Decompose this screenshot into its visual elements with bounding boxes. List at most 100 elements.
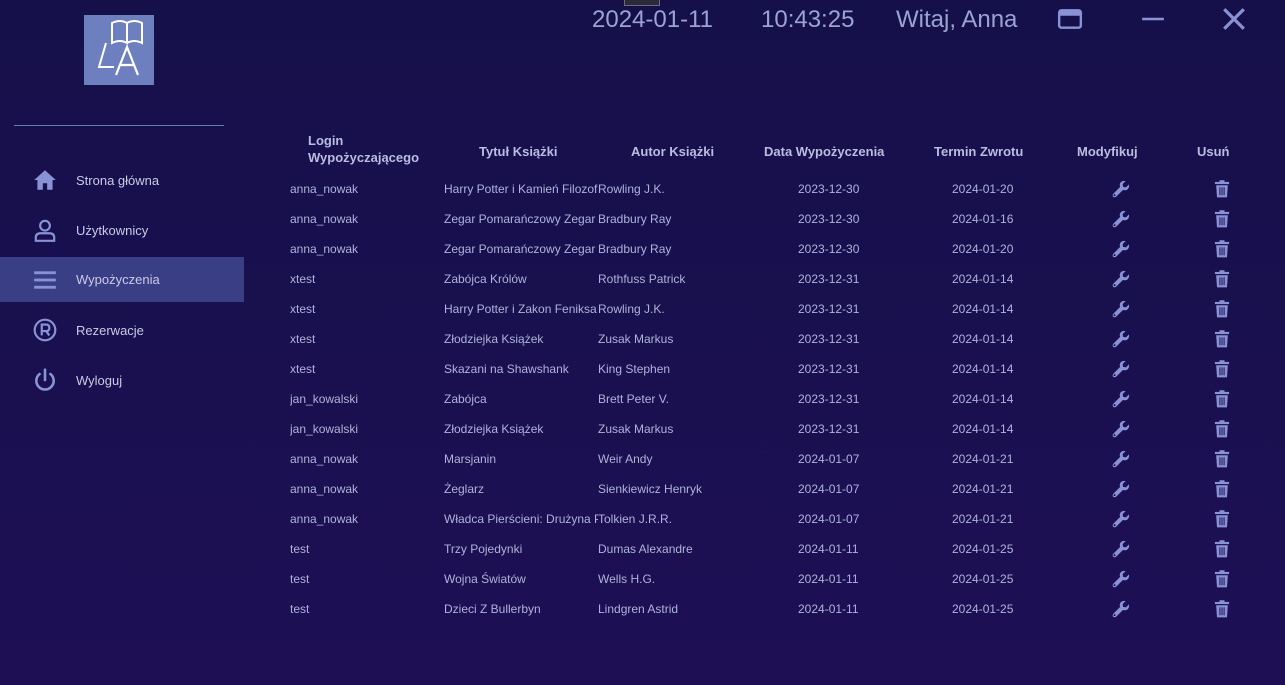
cell-author: Wells H.G.	[598, 572, 656, 586]
modify-button[interactable]	[1110, 478, 1132, 500]
delete-button[interactable]	[1211, 448, 1233, 470]
sidebar-item-logout[interactable]: Wyloguj	[0, 355, 244, 405]
home-icon	[32, 167, 58, 193]
delete-button[interactable]	[1211, 208, 1233, 230]
modify-button[interactable]	[1110, 268, 1132, 290]
cell-author: Rothfuss Patrick	[598, 272, 686, 286]
modify-button[interactable]	[1110, 538, 1132, 560]
sidebar-item-users[interactable]: Użytkownicy	[0, 205, 244, 255]
modify-button[interactable]	[1110, 598, 1132, 620]
cell-author: Weir Andy	[598, 452, 653, 466]
column-header-modify: Modyfikuj	[1077, 144, 1138, 159]
wrench-icon	[1112, 480, 1130, 498]
cell-author: Rowling J.K.	[598, 182, 665, 196]
column-header-login-line1: Login	[308, 133, 344, 148]
delete-button[interactable]	[1211, 568, 1233, 590]
cell-author: Zusak Markus	[598, 422, 674, 436]
modify-button[interactable]	[1110, 298, 1132, 320]
sidebar-item-home[interactable]: Strona główna	[0, 155, 244, 205]
minimize-icon	[1142, 17, 1164, 21]
cell-login: jan_kowalski	[290, 422, 359, 436]
close-icon	[1223, 8, 1245, 30]
table-row: anna_nowak Żeglarz Sienkiewicz Henryk 20…	[282, 474, 1262, 504]
delete-button[interactable]	[1211, 538, 1233, 560]
column-header-delete: Usuń	[1197, 144, 1230, 159]
cell-author: Tolkien J.R.R.	[598, 512, 673, 526]
modify-button[interactable]	[1110, 448, 1132, 470]
power-icon	[32, 367, 58, 393]
table-header: Login Wypożyczającego Tytuł Książki Auto…	[282, 130, 1262, 174]
wrench-icon	[1112, 510, 1130, 528]
modify-button[interactable]	[1110, 358, 1132, 380]
delete-button[interactable]	[1211, 178, 1233, 200]
cell-author: King Stephen	[598, 362, 671, 376]
trash-icon	[1214, 330, 1230, 348]
cell-title: Harry Potter i Kamień Filozoficzny	[444, 182, 598, 196]
cell-title: Trzy Pojedynki	[444, 542, 523, 556]
cell-loan-date: 2023-12-30	[798, 212, 860, 226]
sidebar-item-reservations[interactable]: Rezerwacje	[0, 305, 244, 355]
trash-icon	[1214, 420, 1230, 438]
cell-login: test	[290, 542, 310, 556]
modify-button[interactable]	[1110, 238, 1132, 260]
cell-loan-date: 2023-12-31	[798, 302, 860, 316]
delete-button[interactable]	[1211, 478, 1233, 500]
modify-button[interactable]	[1110, 508, 1132, 530]
column-header-loan-date: Data Wypożyczenia	[764, 144, 885, 159]
cell-author: Sienkiewicz Henryk	[598, 482, 703, 496]
sidebar-divider	[14, 125, 224, 126]
delete-button[interactable]	[1211, 298, 1233, 320]
delete-button[interactable]	[1211, 358, 1233, 380]
table-row: test Trzy Pojedynki Dumas Alexandre 2024…	[282, 534, 1262, 564]
modify-button[interactable]	[1110, 388, 1132, 410]
cell-loan-date: 2023-12-31	[798, 362, 860, 376]
header-greeting: Witaj, Anna	[896, 6, 1018, 33]
trash-icon	[1214, 480, 1230, 498]
cell-return-date: 2024-01-20	[952, 182, 1014, 196]
trash-icon	[1214, 600, 1230, 618]
wrench-icon	[1112, 540, 1130, 558]
cell-return-date: 2024-01-21	[952, 482, 1014, 496]
header-time: 10:43:25	[761, 6, 855, 33]
cell-login: xtest	[290, 302, 316, 316]
column-header-return-date: Termin Zwrotu	[934, 144, 1024, 159]
modify-button[interactable]	[1110, 328, 1132, 350]
cell-title: Zegar Pomarańczowy Zegar Skręcony	[444, 242, 598, 256]
table-row: test Wojna Światów Wells H.G. 2024-01-11…	[282, 564, 1262, 594]
table-row: xtest Złodziejka Książek Zusak Markus 20…	[282, 324, 1262, 354]
modify-button[interactable]	[1110, 178, 1132, 200]
minimize-button[interactable]	[1140, 6, 1166, 32]
maximize-button[interactable]	[1057, 6, 1083, 32]
cell-title: Władca Pierścieni: Drużyna Pierścienia	[444, 512, 598, 526]
cell-return-date: 2024-01-16	[952, 212, 1014, 226]
delete-button[interactable]	[1211, 268, 1233, 290]
delete-button[interactable]	[1211, 388, 1233, 410]
trash-icon	[1214, 540, 1230, 558]
delete-button[interactable]	[1211, 328, 1233, 350]
delete-button[interactable]	[1211, 508, 1233, 530]
trash-icon	[1214, 360, 1230, 378]
cell-title: Zegar Pomarańczowy Zegar Skręcony	[444, 212, 598, 226]
modify-button[interactable]	[1110, 568, 1132, 590]
column-header-title: Tytuł Książki	[479, 144, 558, 159]
cell-login: anna_nowak	[290, 182, 359, 196]
sidebar-item-loans[interactable]: Wypożyczenia	[0, 257, 244, 302]
logo-book-icon	[97, 20, 143, 76]
cell-login: anna_nowak	[290, 242, 359, 256]
delete-button[interactable]	[1211, 238, 1233, 260]
delete-button[interactable]	[1211, 418, 1233, 440]
modify-button[interactable]	[1110, 418, 1132, 440]
column-header-author: Autor Książki	[631, 144, 715, 159]
close-button[interactable]	[1221, 6, 1247, 32]
table-row: anna_nowak Zegar Pomarańczowy Zegar Skrę…	[282, 234, 1262, 264]
loans-table: Login Wypożyczającego Tytuł Książki Auto…	[282, 130, 1262, 624]
cell-return-date: 2024-01-25	[952, 542, 1014, 556]
cell-author: Bradbury Ray	[598, 212, 672, 226]
table-row: xtest Harry Potter i Zakon Feniksa Rowli…	[282, 294, 1262, 324]
modify-button[interactable]	[1110, 208, 1132, 230]
table-row: anna_nowak Harry Potter i Kamień Filozof…	[282, 174, 1262, 204]
delete-button[interactable]	[1211, 598, 1233, 620]
cell-title: Złodziejka Książek	[444, 422, 544, 436]
wrench-icon	[1112, 600, 1130, 618]
cell-return-date: 2024-01-20	[952, 242, 1014, 256]
